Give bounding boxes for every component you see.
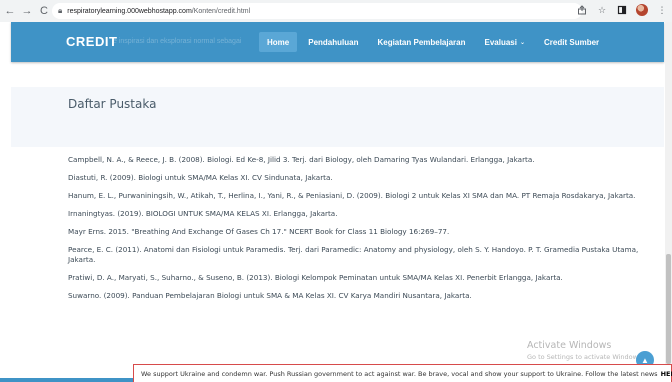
- main-menu: Home Pendahuluan Kegiatan Pembelajaran E…: [259, 22, 610, 62]
- profile-avatar[interactable]: [636, 3, 648, 17]
- menu-evaluasi-label: Evaluasi: [484, 37, 517, 47]
- reference-list: Campbell, N. A., & Reece, J. B. (2008). …: [68, 155, 640, 309]
- page-scrollbar[interactable]: [665, 22, 672, 382]
- address-bar[interactable]: 🔒︎ respiratorylearning.000webhostapp.com…: [52, 3, 582, 19]
- section-header: Daftar Pustaka: [11, 87, 664, 147]
- star-icon[interactable]: ☆: [596, 3, 608, 17]
- menu-icon[interactable]: ⋮: [656, 3, 668, 17]
- tab-icon[interactable]: [616, 3, 628, 17]
- watermark-title: Activate Windows: [527, 340, 612, 351]
- browser-toolbar: ← → C 🔒︎ respiratorylearning.000webhosta…: [0, 0, 672, 22]
- brand-logo[interactable]: CREDIT: [66, 34, 117, 49]
- banner-link[interactable]: HERE: [661, 370, 672, 378]
- scrollbar-thumb[interactable]: [666, 254, 671, 364]
- page-title: Daftar Pustaka: [68, 97, 157, 111]
- menu-pendahuluan[interactable]: Pendahuluan: [300, 32, 366, 52]
- footer-strip: [0, 378, 133, 382]
- reference-item: Campbell, N. A., & Reece, J. B. (2008). …: [68, 155, 535, 164]
- reference-item: Mayr Erns. 2015. "Breathing And Exchange…: [68, 227, 450, 236]
- brand-subtitle: e inspirasi dan eksplorasi normal sebaga…: [113, 38, 242, 45]
- ukraine-support-banner: We support Ukraine and condemn war. Push…: [133, 364, 672, 382]
- reference-item: Pratiwi, D. A., Maryati, S., Suharno., &…: [68, 273, 563, 282]
- windows-activation-watermark: Activate Windows Go to Settings to activ…: [527, 340, 643, 361]
- reload-icon[interactable]: C: [37, 4, 51, 18]
- browser-actions: ☆ ⋮: [576, 3, 668, 17]
- site-navbar: CREDIT e inspirasi dan eksplorasi normal…: [11, 22, 664, 62]
- menu-evaluasi[interactable]: Evaluasi ⌄: [477, 32, 534, 52]
- back-icon[interactable]: ←: [3, 4, 17, 18]
- chevron-down-icon: ⌄: [519, 39, 526, 46]
- menu-kegiatan-pembelajaran[interactable]: Kegiatan Pembelajaran: [369, 32, 473, 52]
- page-content: CREDIT e inspirasi dan eksplorasi normal…: [0, 22, 672, 382]
- reference-item: Diastuti, R. (2009). Biologi untuk SMA/M…: [68, 173, 333, 182]
- menu-credit-sumber[interactable]: Credit Sumber: [536, 32, 607, 52]
- reference-item: Irnaningtyas. (2019). BIOLOGI UNTUK SMA/…: [68, 209, 338, 218]
- share-icon[interactable]: [576, 3, 588, 17]
- reference-item: Pearce, E. C. (2011). Anatomi dan Fisiol…: [68, 245, 639, 264]
- banner-text: We support Ukraine and condemn war. Push…: [141, 370, 672, 378]
- forward-icon[interactable]: →: [20, 4, 34, 18]
- url-text: respiratorylearning.000webhostapp.com/Ko…: [67, 7, 251, 15]
- watermark-subtitle: Go to Settings to activate Windows.: [527, 353, 644, 361]
- reference-item: Suwarno. (2009). Panduan Pembelajaran Bi…: [68, 291, 472, 300]
- reference-item: Hanum, E. L., Purwaniningsih, W., Atikah…: [68, 191, 636, 200]
- menu-home[interactable]: Home: [259, 32, 298, 52]
- lock-icon: 🔒︎: [58, 6, 63, 15]
